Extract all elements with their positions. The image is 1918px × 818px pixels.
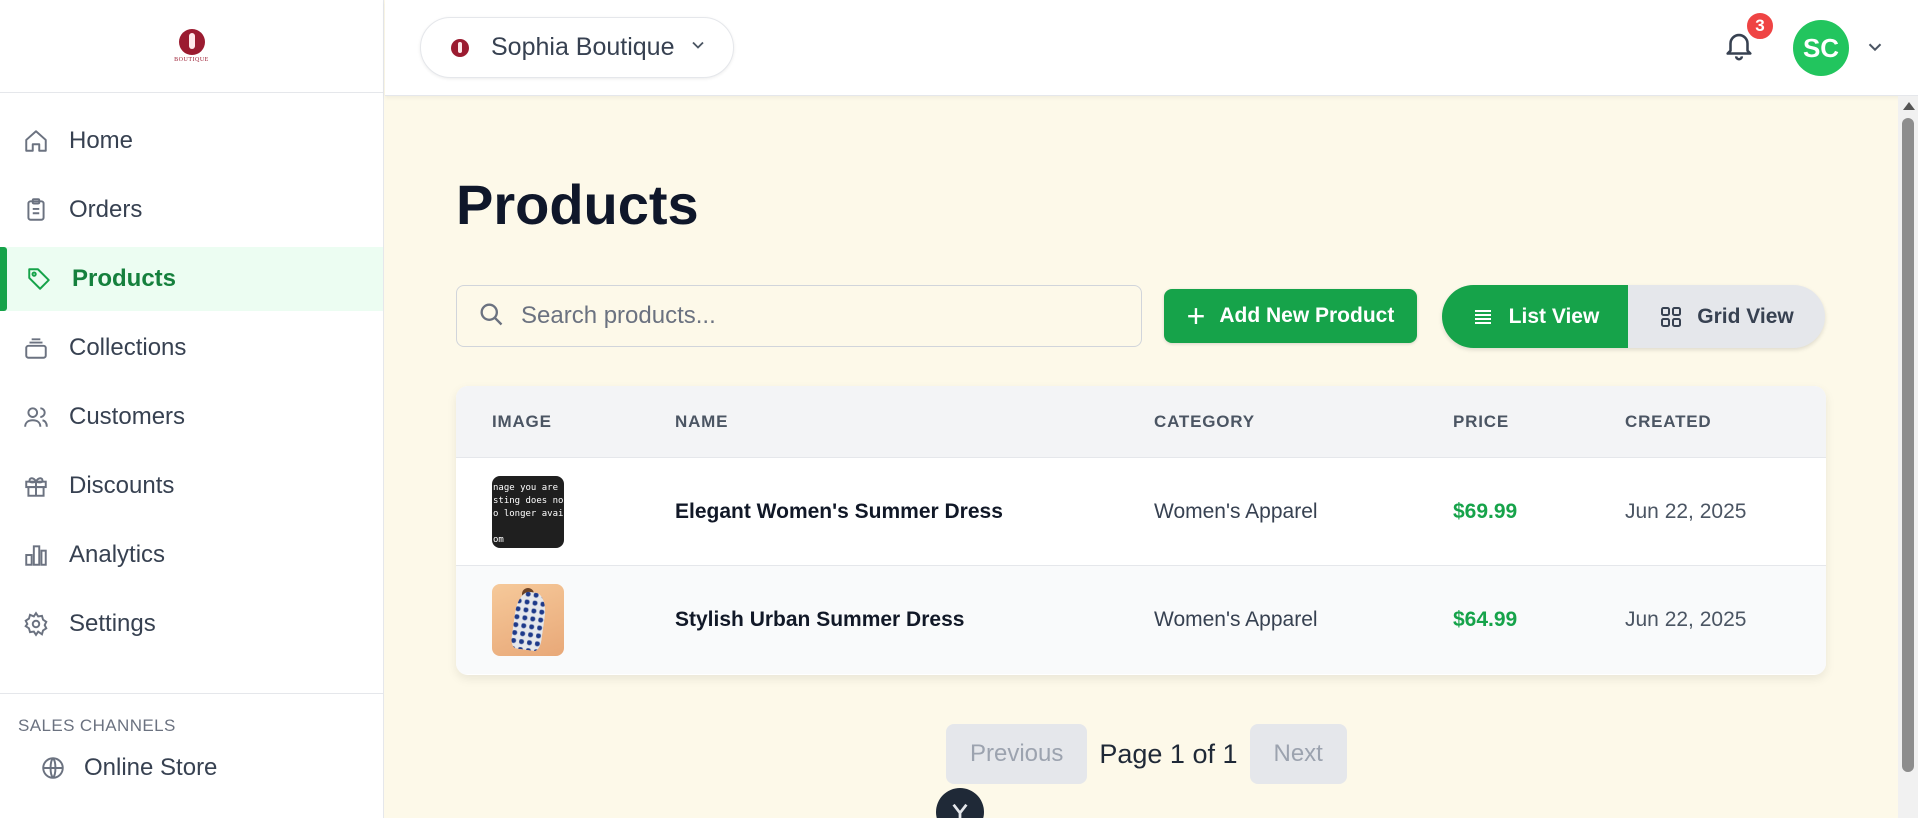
search-box xyxy=(456,285,1142,347)
product-thumbnail[interactable]: nage you are sting does no o longer avai… xyxy=(492,476,564,548)
plus-icon: + xyxy=(1186,298,1206,334)
home-icon xyxy=(22,127,50,155)
column-header-image[interactable]: IMAGE xyxy=(492,412,552,432)
sidebar-item-online-store[interactable]: Online Store xyxy=(0,736,383,782)
column-header-price[interactable]: PRICE xyxy=(1453,412,1509,432)
product-created: Jun 22, 2025 xyxy=(1625,500,1747,523)
users-icon xyxy=(22,403,50,431)
table-row[interactable]: nage you are sting does no o longer avai… xyxy=(456,458,1826,566)
table-header: IMAGE NAME CATEGORY PRICE CREATED xyxy=(456,386,1826,458)
chevron-down-icon[interactable] xyxy=(1864,36,1886,63)
sidebar-item-label: Products xyxy=(72,265,177,292)
product-price: $64.99 xyxy=(1453,608,1518,631)
sidebar-item-home[interactable]: Home xyxy=(0,109,383,173)
sidebar-item-label: Collections xyxy=(69,334,187,361)
sidebar-item-collections[interactable]: Collections xyxy=(0,316,383,380)
search-icon xyxy=(477,300,505,333)
thumbnail-text xyxy=(493,521,564,534)
product-category: Women's Apparel xyxy=(1154,608,1318,631)
sidebar-item-label: Online Store xyxy=(84,754,218,781)
store-logo[interactable]: BOUTIQUE xyxy=(172,26,212,66)
top-header: Sophia Boutique 3 SC xyxy=(385,0,1918,96)
grid-icon xyxy=(1659,305,1683,329)
sidebar-item-label: Discounts xyxy=(69,472,175,499)
view-toggle: List View Grid View xyxy=(1442,285,1825,348)
globe-icon xyxy=(40,755,66,781)
column-header-category[interactable]: CATEGORY xyxy=(1154,412,1255,432)
product-name[interactable]: Elegant Women's Summer Dress xyxy=(675,458,1003,566)
store-switcher[interactable]: Sophia Boutique xyxy=(420,17,734,78)
scroll-up-arrow-icon[interactable] xyxy=(1903,102,1915,110)
sidebar-item-label: Customers xyxy=(69,403,186,430)
table-row[interactable]: Stylish Urban Summer Dress Women's Appar… xyxy=(456,566,1826,674)
gear-icon xyxy=(22,610,50,638)
sidebar-item-label: Home xyxy=(69,127,134,154)
product-category: Women's Apparel xyxy=(1154,500,1318,523)
thumbnail-text: o longer avail xyxy=(493,509,564,519)
add-product-button[interactable]: + Add New Product xyxy=(1164,289,1417,343)
product-name[interactable]: Stylish Urban Summer Dress xyxy=(675,566,964,674)
search-input[interactable] xyxy=(521,302,1121,330)
avatar[interactable]: SC xyxy=(1793,20,1849,76)
notification-badge: 3 xyxy=(1745,11,1775,41)
logo-area: BOUTIQUE xyxy=(0,0,383,93)
pagination: Previous Page 1 of 1 Next xyxy=(946,724,1347,784)
sidebar-item-customers[interactable]: Customers xyxy=(0,385,383,449)
gift-icon xyxy=(22,472,50,500)
list-view-label: List View xyxy=(1508,304,1600,328)
sidebar-item-discounts[interactable]: Discounts xyxy=(0,454,383,518)
sales-channels: SALES CHANNELS Online Store xyxy=(0,693,383,782)
grid-view-button[interactable]: Grid View xyxy=(1628,285,1825,348)
store-logo-icon xyxy=(451,38,469,57)
grid-view-label: Grid View xyxy=(1697,304,1794,328)
column-header-created[interactable]: CREATED xyxy=(1625,412,1712,432)
thumbnail-text: nage you are xyxy=(493,483,559,493)
clipboard-icon xyxy=(22,196,50,224)
sidebar-item-products[interactable]: Products xyxy=(0,247,383,311)
chevron-down-icon xyxy=(688,35,708,60)
bar-chart-icon xyxy=(22,541,50,569)
sidebar: BOUTIQUE Home Orders Products Collection… xyxy=(0,0,384,818)
scrollbar-thumb[interactable] xyxy=(1902,118,1914,772)
sidebar-nav: Home Orders Products Collections Custome… xyxy=(0,93,383,656)
sidebar-item-label: Orders xyxy=(69,196,143,223)
product-thumbnail[interactable] xyxy=(492,584,564,656)
add-product-label: Add New Product xyxy=(1219,304,1395,327)
page-title: Products xyxy=(456,173,699,236)
logo-mark-icon xyxy=(178,29,205,55)
sidebar-item-settings[interactable]: Settings xyxy=(0,592,383,656)
product-created: Jun 22, 2025 xyxy=(1625,608,1747,631)
column-header-name[interactable]: NAME xyxy=(675,412,728,432)
thumbnail-text: om xyxy=(493,535,504,545)
next-page-button[interactable]: Next xyxy=(1249,724,1347,784)
sidebar-item-analytics[interactable]: Analytics xyxy=(0,523,383,587)
list-view-button[interactable]: List View xyxy=(1442,285,1628,348)
logo-wordmark: BOUTIQUE xyxy=(174,57,209,63)
sales-channels-title: SALES CHANNELS xyxy=(18,716,176,735)
thumbnail-text: sting does no xyxy=(493,496,564,506)
sidebar-item-label: Analytics xyxy=(69,541,166,568)
sidebar-item-orders[interactable]: Orders xyxy=(0,178,383,242)
tag-icon xyxy=(25,265,53,293)
products-table: IMAGE NAME CATEGORY PRICE CREATED nage y… xyxy=(456,386,1826,675)
page-info: Page 1 of 1 xyxy=(1099,738,1238,769)
product-price: $69.99 xyxy=(1453,500,1518,523)
floating-action-icon[interactable] xyxy=(936,788,984,818)
stack-icon xyxy=(22,334,50,362)
sidebar-item-label: Settings xyxy=(69,610,156,637)
previous-page-button[interactable]: Previous xyxy=(946,724,1088,784)
store-name: Sophia Boutique xyxy=(491,33,675,61)
list-icon xyxy=(1471,305,1495,329)
